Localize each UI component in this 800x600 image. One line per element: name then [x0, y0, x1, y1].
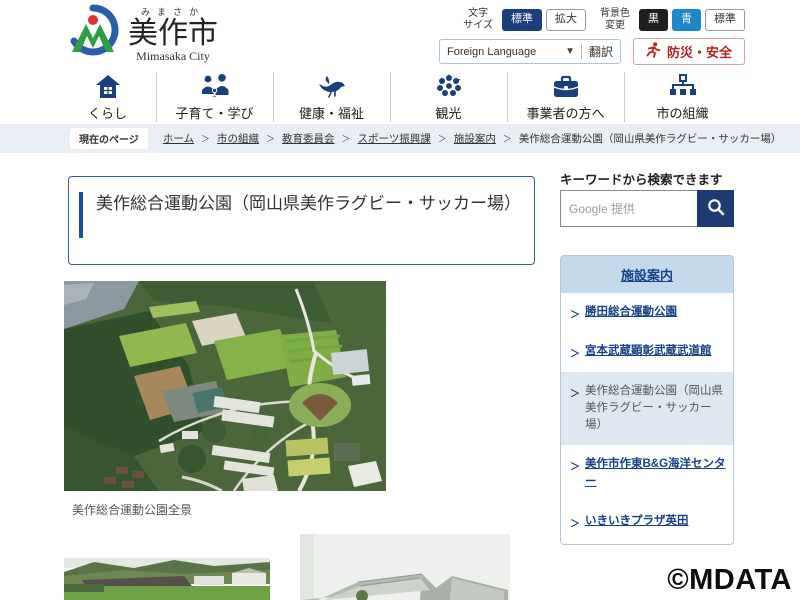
breadcrumb-separator: ＞: [201, 132, 210, 145]
facility-link-katsuta[interactable]: ＞ 勝田総合運動公園: [561, 293, 733, 332]
language-select[interactable]: Foreign Language ▼ 翻訳: [439, 39, 621, 64]
city-name-furigana: みまさか: [141, 5, 205, 18]
breadcrumb-link-shisetsu[interactable]: 施設案内: [454, 131, 496, 146]
search-button[interactable]: [697, 190, 734, 227]
title-accent-bar: [79, 192, 83, 238]
font-size-label: 文字 サイズ: [463, 8, 493, 32]
bg-color-standard-button[interactable]: 標準: [705, 9, 745, 30]
chevron-right-icon: ＞: [570, 385, 580, 400]
chevron-right-icon: ＞: [570, 306, 580, 321]
family-icon: [200, 72, 230, 99]
city-name: 美作市: [128, 18, 218, 50]
aerial-photo: [64, 281, 386, 491]
city-logo-icon: [66, 4, 120, 65]
search-bar: [560, 190, 734, 227]
chevron-right-icon: ＞: [570, 345, 580, 360]
briefcase-icon: [552, 72, 580, 99]
main-nav: くらし 子育て・学び 健康・福祉 観光 事業者の方へ 市の組織: [0, 72, 800, 122]
translate-label[interactable]: 翻訳: [589, 43, 613, 60]
breadcrumb: 現在のページ ホーム ＞ 市の組織 ＞ 教育委員会 ＞ スポーツ振興課 ＞ 施設…: [0, 124, 800, 153]
facility-link-mimasaka-sogo-current[interactable]: ＞ 美作総合運動公園（岡山県美作ラグビー・サッカー場）: [561, 372, 733, 446]
facility-link-training-center[interactable]: ＞ 美作市農業者トレーニングセンター: [561, 541, 733, 545]
page-title: 美作総合運動公園（岡山県美作ラグビー・サッカー場）: [96, 189, 522, 220]
divider: [581, 44, 582, 59]
site-logo[interactable]: みまさか 美作市 Mimasaka City: [66, 4, 218, 65]
stadium-photo: [64, 558, 270, 600]
search-icon: [707, 198, 725, 219]
nav-item-soshiki[interactable]: 市の組織: [624, 72, 741, 122]
font-size-enlarge-button[interactable]: 拡大: [546, 9, 586, 30]
disaster-safety-button[interactable]: 防災・安全: [633, 38, 745, 65]
nav-item-kenko[interactable]: 健康・福祉: [273, 72, 390, 122]
header-controls: 文字 サイズ 標準 拡大 背景色 変更 黒 青 標準 Foreign Langu…: [439, 8, 745, 65]
search-heading: キーワードから検索できます: [560, 169, 723, 188]
font-size-standard-button[interactable]: 標準: [502, 9, 542, 30]
nav-item-jigyosha[interactable]: 事業者の方へ: [507, 72, 624, 122]
runner-icon: [646, 42, 661, 61]
breadcrumb-link-soshiki[interactable]: 市の組織: [217, 131, 259, 146]
facility-nav-box: 施設案内 ＞ 勝田総合運動公園 ＞ 宮本武蔵顕彰武蔵武道館 ＞ 美作総合運動公園…: [560, 255, 734, 545]
nav-item-kosodate[interactable]: 子育て・学び: [156, 72, 273, 122]
breadcrumb-current: 美作総合運動公園（岡山県美作ラグビー・サッカー場）: [519, 131, 782, 146]
nav-item-kurashi[interactable]: くらし: [60, 72, 156, 122]
dove-icon: [317, 72, 347, 99]
breadcrumb-link-home[interactable]: ホーム: [163, 131, 194, 146]
bg-color-blue-button[interactable]: 青: [672, 9, 701, 30]
facility-link-bg-kaiyo-center[interactable]: ＞ 美作市作東B&G海洋センター: [561, 445, 733, 502]
org-chart-icon: [669, 72, 697, 99]
current-page-badge: 現在のページ: [70, 128, 148, 149]
chevron-down-icon: ▼: [565, 46, 575, 57]
flower-icon: [436, 72, 462, 99]
breadcrumb-link-sports[interactable]: スポーツ振興課: [358, 131, 431, 146]
breadcrumb-separator: ＞: [266, 132, 275, 145]
chevron-right-icon: ＞: [570, 515, 580, 530]
facility-nav-title[interactable]: 施設案内: [561, 256, 733, 293]
photo-caption: 美作総合運動公園全景: [72, 501, 192, 518]
nav-item-kanko[interactable]: 観光: [390, 72, 507, 122]
breadcrumb-separator: ＞: [342, 132, 351, 145]
bg-color-black-button[interactable]: 黒: [639, 9, 668, 30]
facility-link-musashi-budokan[interactable]: ＞ 宮本武蔵顕彰武蔵武道館: [561, 332, 733, 371]
page-title-box: 美作総合運動公園（岡山県美作ラグビー・サッカー場）: [68, 176, 535, 265]
search-input[interactable]: [560, 190, 697, 227]
city-name-en: Mimasaka City: [136, 49, 210, 64]
breadcrumb-separator: ＞: [438, 132, 447, 145]
bg-color-label: 背景色 変更: [600, 8, 630, 32]
language-select-value: Foreign Language: [447, 46, 565, 58]
chevron-right-icon: ＞: [570, 458, 580, 473]
house-icon: [95, 72, 121, 99]
breadcrumb-link-kyoiku[interactable]: 教育委員会: [282, 131, 335, 146]
breadcrumb-separator: ＞: [503, 132, 512, 145]
facility-link-ikiiki-plaza[interactable]: ＞ いきいきプラザ英田: [561, 502, 733, 541]
building-photo: [300, 534, 510, 600]
watermark: ©MDATA: [667, 564, 792, 597]
